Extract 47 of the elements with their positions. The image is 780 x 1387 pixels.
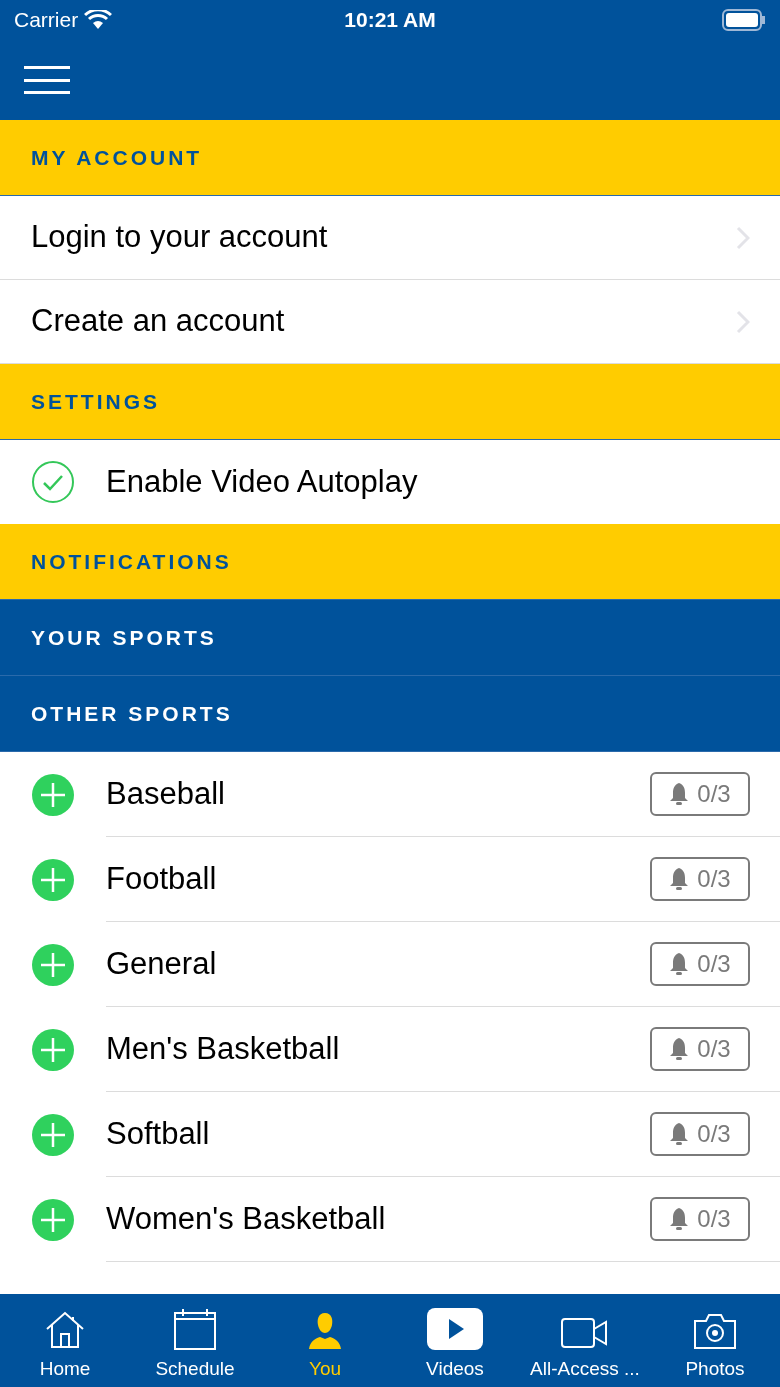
sport-name: Baseball — [106, 774, 226, 813]
tab-bar-item[interactable]: Schedule — [130, 1294, 260, 1387]
notification-count-badge[interactable]: 0/3 — [650, 772, 750, 816]
section-header: MY ACCOUNT — [0, 120, 780, 196]
sport-name: General — [106, 944, 218, 983]
notification-count-badge[interactable]: 0/3 — [650, 1027, 750, 1071]
bell-icon — [669, 867, 690, 891]
bell-icon — [669, 782, 690, 806]
calendar-icon — [173, 1306, 217, 1351]
sport-name: Football — [106, 859, 218, 898]
notification-count-badge[interactable]: 0/3 — [650, 942, 750, 986]
menu-button[interactable] — [24, 66, 70, 94]
wifi-icon — [84, 10, 113, 30]
section-header: OTHER SPORTS — [0, 676, 780, 752]
section-header: NOTIFICATIONS — [0, 524, 780, 600]
tab-bar-item[interactable]: Videos — [390, 1294, 520, 1387]
bell-icon — [669, 1037, 690, 1061]
add-icon[interactable] — [31, 857, 75, 902]
notification-count-badge[interactable]: 0/3 — [650, 1197, 750, 1241]
bell-icon — [669, 1207, 690, 1231]
carrier-label: Carrier — [14, 7, 79, 34]
chevron-icon — [736, 309, 750, 334]
chevron-icon — [736, 225, 750, 250]
setting-label: Enable Video Autoplay — [106, 462, 418, 501]
account-link[interactable]: Login to your account — [0, 196, 780, 280]
section-header: SETTINGS — [0, 364, 780, 440]
section-header: YOUR SPORTS — [0, 600, 780, 676]
notification-count-badge[interactable]: 0/3 — [650, 1112, 750, 1156]
play-icon — [426, 1306, 484, 1351]
sport-name: Women's Basketball — [106, 1199, 387, 1238]
add-icon[interactable] — [31, 772, 75, 817]
sport-name: Softball — [106, 1114, 211, 1153]
bell-icon — [669, 1122, 690, 1146]
bell-icon — [669, 952, 690, 976]
sport-name: Men's Basketball — [106, 1029, 341, 1068]
tab-bar-item[interactable]: All-Access ... — [520, 1294, 650, 1387]
notification-count-badge[interactable]: 0/3 — [650, 857, 750, 901]
tab-bar-item[interactable]: You — [260, 1294, 390, 1387]
add-icon[interactable] — [31, 1027, 75, 1072]
add-icon[interactable] — [31, 1197, 75, 1242]
add-icon[interactable] — [31, 942, 75, 987]
checkbox[interactable] — [31, 460, 75, 504]
tab-bar-item[interactable]: Photos — [650, 1294, 780, 1387]
battery-icon — [722, 9, 766, 31]
status-time: 10:21 AM — [344, 7, 436, 34]
add-icon[interactable] — [31, 1112, 75, 1157]
tab-bar-item[interactable]: Home — [0, 1294, 130, 1387]
